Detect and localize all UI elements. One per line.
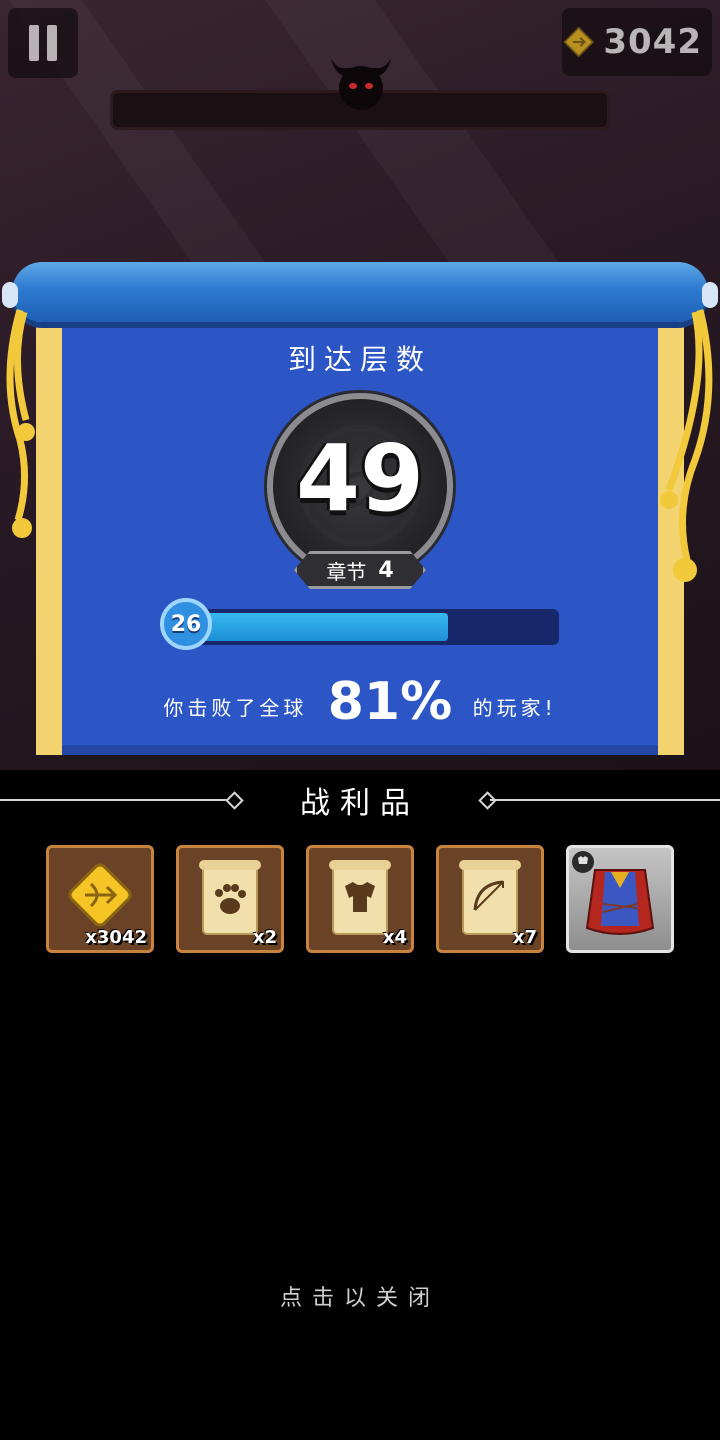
bow-coin-icon: [563, 26, 595, 58]
loot-qty: x7: [512, 927, 537, 948]
beat-prefix: 你击败了全球: [163, 696, 308, 720]
currency-amount: 3042: [603, 22, 702, 62]
loot-title: 战利品: [300, 786, 420, 821]
chapter-number: 4: [378, 557, 394, 583]
boss-skull-icon: [331, 58, 391, 110]
pause-button[interactable]: [8, 8, 78, 78]
tap-to-close-hint[interactable]: 点击以关闭: [0, 1280, 720, 1312]
player-level: 26: [170, 611, 202, 637]
beat-suffix: 的玩家!: [472, 696, 557, 720]
loot-qty: x2: [252, 927, 277, 948]
loot-qty: x4: [382, 927, 407, 948]
floor-reached-title: 到达层数: [287, 343, 432, 376]
beat-percent: 81%: [327, 672, 453, 732]
chapter-label: 章节: [326, 559, 367, 584]
level-progress-bar: [190, 609, 559, 645]
loot-item-bow-scroll[interactable]: x7: [436, 845, 544, 953]
loot-item-coins[interactable]: x3042: [46, 845, 154, 953]
loot-item-paw-scroll[interactable]: x2: [176, 845, 284, 953]
floor-number: 49: [295, 425, 425, 532]
loot-item-armor-scroll[interactable]: x4: [306, 845, 414, 953]
loot-item-cape-armor[interactable]: [566, 845, 674, 953]
level-progress-fill: [190, 613, 449, 641]
cape-armor-icon: [572, 851, 655, 935]
pause-icon: [29, 25, 39, 61]
loot-qty: x3042: [85, 927, 147, 948]
beat-players-text: 你击败了全球 81% 的玩家!: [0, 672, 720, 732]
loot-list: x3042 x2 x4 x7: [46, 845, 674, 953]
chapter-badge: 章节 4: [294, 551, 426, 589]
currency-counter: 3042: [562, 8, 712, 76]
scroll-rod: [12, 262, 708, 322]
player-level-badge: 26: [160, 598, 212, 650]
